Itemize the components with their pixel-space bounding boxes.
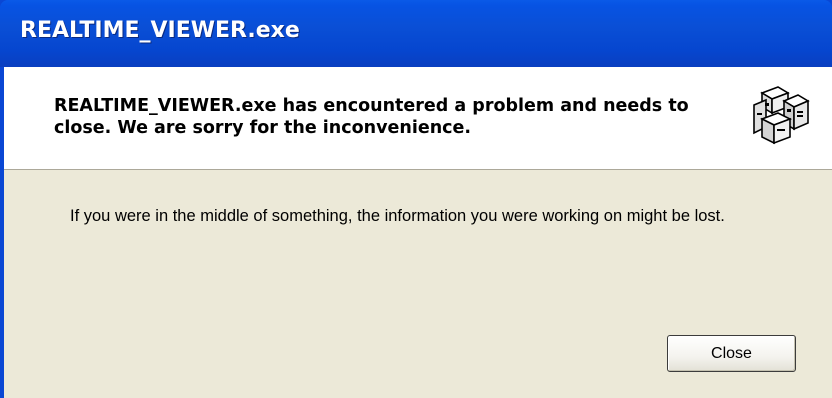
- window-title: REALTIME_VIEWER.exe: [20, 18, 300, 43]
- header-panel: REALTIME_VIEWER.exe has encountered a pr…: [4, 67, 832, 170]
- dialog-content: REALTIME_VIEWER.exe has encountered a pr…: [4, 67, 832, 398]
- application-error-icon: [753, 86, 810, 145]
- title-bar[interactable]: REALTIME_VIEWER.exe: [0, 0, 832, 67]
- error-headline: REALTIME_VIEWER.exe has encountered a pr…: [54, 96, 689, 138]
- close-button[interactable]: Close: [667, 335, 796, 372]
- data-loss-warning: If you were in the middle of something, …: [70, 207, 725, 225]
- error-dialog-window: REALTIME_VIEWER.exe REALTIME_VIEWER.exe …: [0, 0, 832, 398]
